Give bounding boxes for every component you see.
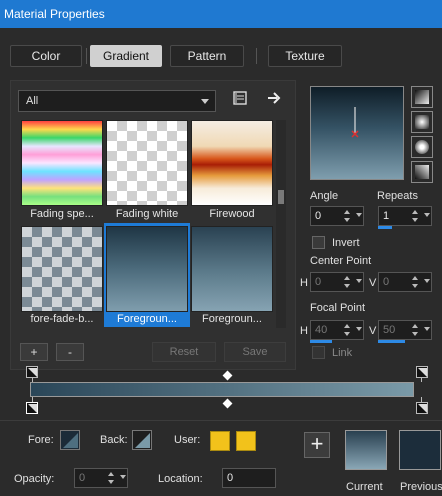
tab-separator	[86, 48, 87, 64]
repeats-value: 1	[383, 210, 390, 222]
linear-style-icon[interactable]	[411, 86, 433, 108]
previous-swatch[interactable]	[399, 430, 441, 470]
focal-v-slider-bar[interactable]	[378, 340, 405, 343]
center-point-label: Center Point	[310, 255, 372, 267]
previous-label: Previous	[400, 481, 442, 493]
category-value: All	[26, 95, 39, 107]
fore-label: Fore:	[28, 434, 54, 446]
tab-color[interactable]: Color	[10, 45, 82, 67]
focal-v-spinbox[interactable]: 50	[378, 320, 432, 340]
spin-arrows-icon[interactable]	[411, 322, 419, 338]
tab-texture[interactable]: Texture	[268, 45, 342, 67]
current-label: Current	[346, 481, 383, 493]
thumb-label: Foregroun...	[202, 313, 262, 325]
spin-arrows-icon[interactable]	[343, 274, 351, 290]
angle-value: 0	[315, 210, 322, 222]
color-stop-start-icon[interactable]	[26, 402, 38, 414]
color-stop-end-icon[interactable]	[416, 402, 428, 414]
chevron-down-icon	[201, 99, 209, 104]
spin-arrows-icon[interactable]	[343, 322, 351, 338]
invert-label: Invert	[332, 237, 360, 249]
repeats-slider-bar[interactable]	[378, 226, 392, 229]
focal-v-label: V	[369, 325, 377, 337]
thumb-label: Fading white	[115, 208, 179, 220]
center-h-label: H	[300, 277, 308, 289]
focal-h-spinbox[interactable]: 40	[310, 320, 364, 340]
focal-h-slider-bar[interactable]	[310, 340, 332, 343]
thumb-label-selected: Foregroun...	[117, 313, 177, 325]
thumb-label: Firewood	[209, 208, 255, 220]
spin-arrows-icon[interactable]	[343, 208, 351, 224]
user-color-swatch[interactable]	[236, 431, 256, 451]
gradient-thumb-fading-spectrum[interactable]	[21, 120, 103, 206]
gradient-thumb-foreground[interactable]	[191, 226, 273, 312]
window-title: Material Properties	[4, 7, 105, 21]
library-options-icon[interactable]	[232, 90, 248, 106]
thumb-label: Fading spe...	[30, 208, 94, 220]
spin-arrows-icon[interactable]	[411, 208, 419, 224]
tab-gradient[interactable]: Gradient	[90, 45, 162, 67]
reset-button[interactable]: Reset	[152, 342, 216, 362]
gradient-thumb-fading-white[interactable]	[106, 120, 188, 206]
thumb-label: fore-fade-b...	[30, 313, 94, 325]
center-v-value: 0	[383, 276, 390, 288]
category-dropdown[interactable]: All	[18, 90, 216, 112]
center-v-label: V	[369, 277, 377, 289]
gradient-editor-bar[interactable]	[30, 382, 414, 397]
opacity-spinbox[interactable]: 0	[74, 468, 128, 488]
focal-h-value: 40	[315, 324, 328, 336]
scrollbar-thumb[interactable]	[278, 190, 284, 204]
title-bar: Material Properties	[0, 0, 442, 28]
add-gradient-button[interactable]: +	[20, 343, 48, 361]
gradient-preview[interactable]	[310, 86, 404, 180]
angle-spinbox[interactable]: 0	[310, 206, 364, 226]
fore-color-swatch[interactable]	[60, 430, 80, 450]
center-h-value: 0	[315, 276, 322, 288]
repeats-label: Repeats	[377, 190, 418, 202]
section-divider	[0, 420, 442, 421]
back-color-swatch[interactable]	[132, 430, 152, 450]
rectangular-style-icon[interactable]	[411, 111, 433, 133]
link-label: Link	[332, 347, 353, 359]
opacity-value: 0	[79, 472, 86, 484]
stop-connector	[421, 378, 422, 382]
location-field[interactable]: 0	[222, 468, 276, 488]
add-swatch-button[interactable]: +	[304, 432, 330, 458]
user-label: User:	[174, 434, 201, 446]
sunburst-style-icon[interactable]	[411, 136, 433, 158]
current-swatch[interactable]	[345, 430, 387, 470]
arrow-right-icon[interactable]	[266, 90, 282, 106]
tab-separator	[256, 48, 257, 64]
tab-pattern[interactable]: Pattern	[170, 45, 244, 67]
user-color-swatch[interactable]	[210, 431, 230, 451]
radial-style-icon[interactable]	[411, 161, 433, 183]
gradient-thumb-foreground-selected[interactable]	[106, 226, 188, 312]
gradient-thumb-firewood[interactable]	[191, 120, 273, 206]
color-midpoint-handle[interactable]	[222, 398, 233, 409]
invert-checkbox[interactable]	[312, 236, 325, 249]
center-v-spinbox[interactable]: 0	[378, 272, 432, 292]
remove-gradient-button[interactable]: -	[56, 343, 84, 361]
location-label: Location:	[158, 473, 203, 485]
spin-arrows-icon[interactable]	[411, 274, 419, 290]
transparency-midpoint-handle[interactable]	[222, 370, 233, 381]
transparency-stop-icon[interactable]	[26, 366, 38, 378]
repeats-spinbox[interactable]: 1	[378, 206, 432, 226]
opacity-label: Opacity:	[14, 473, 55, 485]
transparency-stop-icon[interactable]	[416, 366, 428, 378]
link-checkbox[interactable]	[312, 346, 325, 359]
gradient-thumb-fore-fade[interactable]	[21, 226, 103, 312]
focal-h-label: H	[300, 325, 308, 337]
angle-label: Angle	[310, 190, 339, 202]
center-h-spinbox[interactable]: 0	[310, 272, 364, 292]
save-button[interactable]: Save	[224, 342, 286, 362]
library-scrollbar[interactable]	[276, 120, 286, 328]
spin-arrows-icon[interactable]	[107, 470, 115, 486]
focal-v-value: 50	[383, 324, 396, 336]
back-label: Back:	[100, 434, 128, 446]
focal-point-label: Focal Point	[310, 302, 366, 314]
location-value: 0	[227, 472, 234, 484]
